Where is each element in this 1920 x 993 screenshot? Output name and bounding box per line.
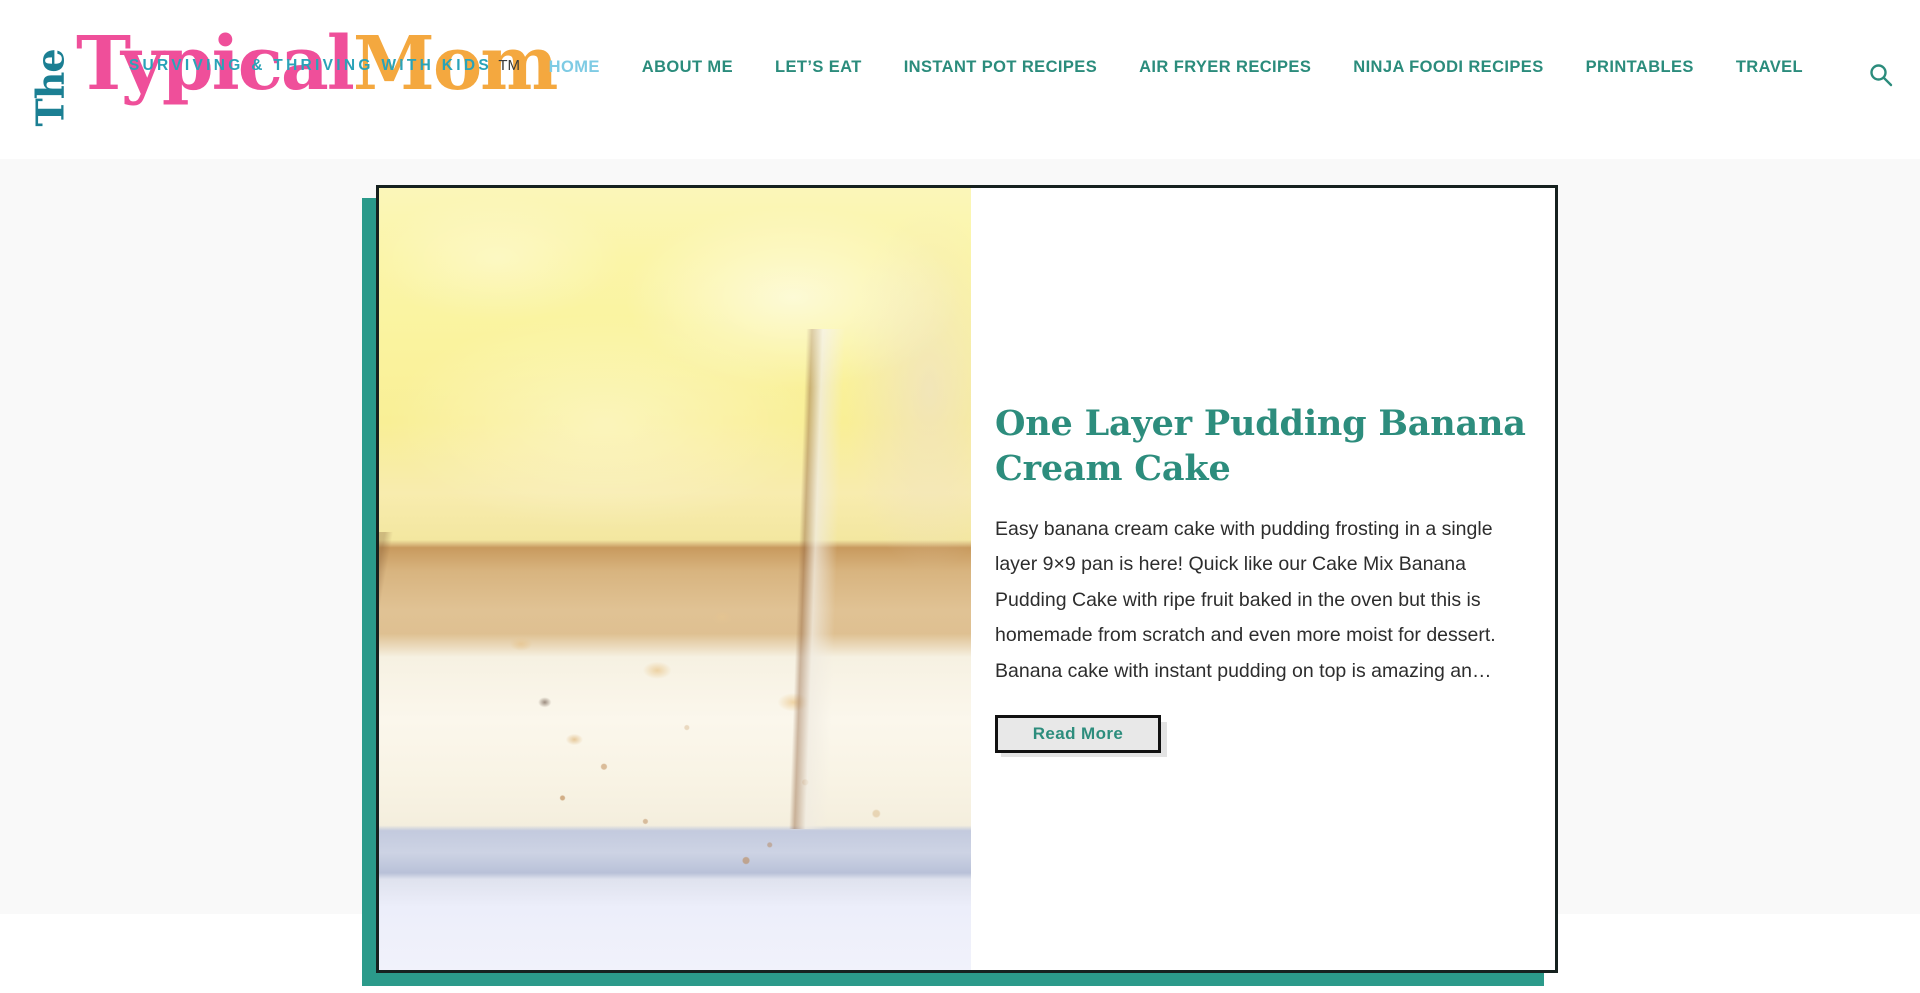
site-logo[interactable]: The TypicalMom TM SURVIVING & THRIVING WI… <box>28 24 559 136</box>
main-navigation: HOME ABOUT ME LET’S EAT INSTANT POT RECI… <box>528 56 1824 78</box>
featured-post-card[interactable]: One Layer Pudding Banana Cream Cake Easy… <box>376 185 1558 973</box>
nav-item-travel[interactable]: TRAVEL <box>1715 56 1824 78</box>
logo-trademark-icon: TM <box>498 57 520 74</box>
featured-post-image <box>379 188 971 970</box>
logo-word-the: The <box>27 49 73 127</box>
featured-post-title: One Layer Pudding Banana Cream Cake <box>995 402 1526 489</box>
nav-item-home[interactable]: HOME <box>528 56 621 78</box>
featured-post-excerpt: Easy banana cream cake with pudding fros… <box>995 517 1496 682</box>
nav-item-ninja-foodi-recipes[interactable]: NINJA FOODI RECIPES <box>1332 56 1564 78</box>
page-root: The TypicalMom TM SURVIVING & THRIVING WI… <box>0 0 1920 993</box>
nav-item-air-fryer-recipes[interactable]: AIR FRYER RECIPES <box>1118 56 1332 78</box>
read-more-button[interactable]: Read More <box>995 715 1161 754</box>
site-header: The TypicalMom TM SURVIVING & THRIVING WI… <box>0 0 1920 159</box>
featured-post-body: One Layer Pudding Banana Cream Cake Easy… <box>971 188 1555 970</box>
frosting-highlight <box>379 188 971 970</box>
read-more-container: Read More <box>995 715 1167 758</box>
nav-item-printables[interactable]: PRINTABLES <box>1565 56 1715 78</box>
logo-wordmark: The TypicalMom TM SURVIVING & THRIVING WI… <box>28 24 559 127</box>
nav-item-instant-pot-recipes[interactable]: INSTANT POT RECIPES <box>883 56 1118 78</box>
nav-item-about-me[interactable]: ABOUT ME <box>621 56 754 78</box>
nav-item-lets-eat[interactable]: LET’S EAT <box>754 56 883 78</box>
logo-tagline: SURVIVING & THRIVING WITH KIDS <box>128 57 492 74</box>
search-icon[interactable] <box>1864 58 1898 92</box>
